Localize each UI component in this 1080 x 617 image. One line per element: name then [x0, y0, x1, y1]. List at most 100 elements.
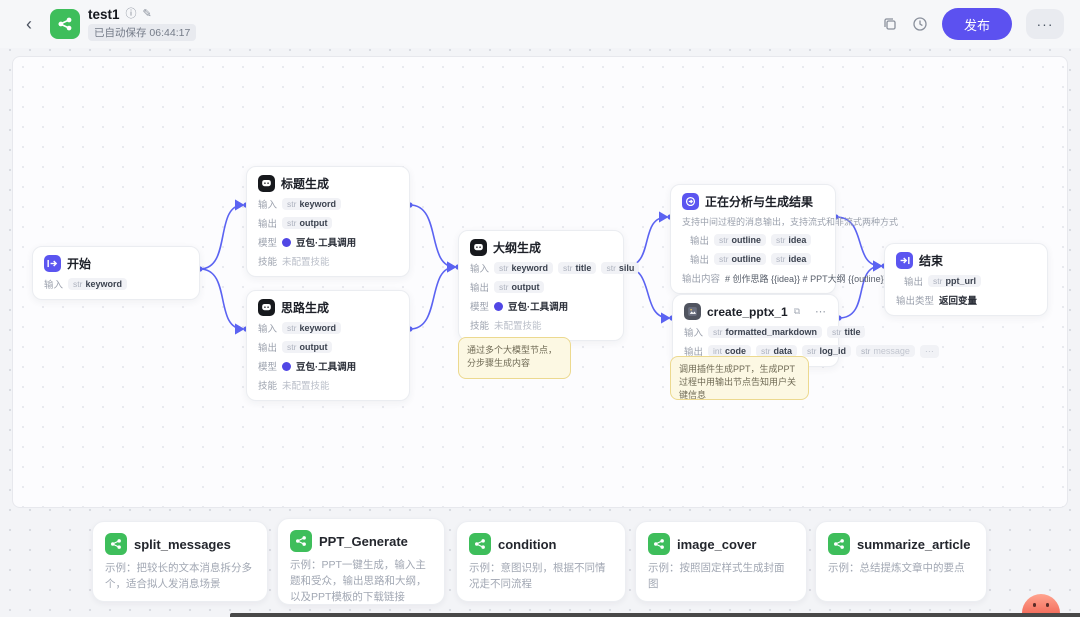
row-label: 输出: [690, 252, 709, 266]
card-title: condition: [498, 537, 557, 552]
title-block: test1 ⓘ ✎ 已自动保存 06:44:17: [88, 7, 196, 41]
output-type-value: 返回变量: [939, 293, 977, 307]
workflow-icon: [648, 533, 670, 555]
template-card-image-cover[interactable]: image_cover 示例：按照固定样式生成封面图: [635, 521, 807, 602]
skill-value: 未配置技能: [282, 254, 330, 268]
row-label: 输出类型: [896, 293, 934, 307]
var-badge: stridea: [771, 253, 811, 265]
row-label: 技能: [258, 378, 277, 392]
model-dot-icon: [494, 302, 503, 311]
skill-value: 未配置技能: [282, 378, 330, 392]
node-title: 标题生成: [281, 175, 329, 192]
clock-icon: [912, 16, 928, 32]
info-icon[interactable]: ⓘ: [126, 9, 137, 20]
publish-button[interactable]: 发布: [942, 8, 1012, 40]
node-title: 开始: [67, 255, 91, 272]
model-dot-icon: [282, 238, 291, 247]
row-label: 技能: [258, 254, 277, 268]
assistant-mascot[interactable]: [1022, 594, 1060, 613]
row-label: 输入: [258, 197, 277, 211]
node-title: 思路生成: [281, 299, 329, 316]
start-icon: [44, 255, 61, 272]
var-badge: strmessage: [856, 345, 915, 357]
var-badge: strsilu: [601, 262, 639, 274]
node-start[interactable]: 开始 输入 strkeyword: [32, 246, 200, 300]
top-bar: ‹ test1 ⓘ ✎ 已自动保存 06:44:17 发布 ···: [0, 0, 1080, 48]
workflow-icon: [105, 533, 127, 555]
workflow-icon: [290, 530, 312, 552]
var-badge: strkeyword: [68, 278, 127, 290]
row-label: 输出: [258, 216, 277, 230]
back-icon: ‹: [26, 14, 32, 34]
overflow-badge: ⋯: [920, 345, 939, 358]
row-label: 输出: [904, 274, 923, 288]
back-button[interactable]: ‹: [16, 11, 42, 37]
row-label: 输入: [684, 325, 703, 339]
var-badge: stroutput: [282, 217, 332, 229]
node-title-gen[interactable]: 标题生成 输入 strkeyword 输出 stroutput 模型 豆包·工具…: [246, 166, 410, 277]
plugin-icon: [684, 303, 701, 320]
template-card-ppt-generate[interactable]: PPT_Generate 示例：PPT一键生成，输入主题和受众，输出思路和大纲，…: [277, 518, 445, 605]
var-badge: stroutput: [282, 341, 332, 353]
end-icon: [896, 252, 913, 269]
node-title: 正在分析与生成结果: [705, 193, 813, 210]
model-name: 豆包·工具调用: [508, 299, 568, 313]
history-button[interactable]: [912, 16, 928, 32]
var-badge: stroutline: [714, 253, 766, 265]
card-desc: 示例：把较长的文本消息拆分多个，适合拟人发消息场景: [105, 561, 255, 593]
template-card-summarize-article[interactable]: summarize_article 示例：总结提炼文章中的要点: [815, 521, 987, 602]
template-card-split-messages[interactable]: split_messages 示例：把较长的文本消息拆分多个，适合拟人发消息场景: [92, 521, 268, 602]
template-card-condition[interactable]: condition 示例：意图识别，根据不同情况走不同流程: [456, 521, 626, 602]
var-badge: strlog_id: [802, 345, 851, 357]
message-icon: [682, 193, 699, 210]
autosave-badge: 已自动保存 06:44:17: [88, 24, 196, 41]
row-label: 模型: [470, 299, 489, 313]
sticky-note[interactable]: 调用插件生成PPT，生成PPT过程中用输出节点告知用户关键信息: [670, 356, 809, 400]
row-label: 输出: [470, 280, 489, 294]
workflow-icon: [469, 533, 491, 555]
var-badge: strkeyword: [282, 198, 341, 210]
card-desc: 示例：PPT一键生成，输入主题和受众，输出思路和大纲，以及PPT模板的下载链接: [290, 558, 432, 605]
llm-icon: [258, 175, 275, 192]
var-badge: stroutline: [714, 234, 766, 246]
node-idea-gen[interactable]: 思路生成 输入 strkeyword 输出 stroutput 模型 豆包·工具…: [246, 290, 410, 401]
row-label: 输入: [258, 321, 277, 335]
var-badge: strformatted_markdown: [708, 326, 822, 338]
row-label: 模型: [258, 359, 277, 373]
row-label: 输入: [470, 261, 489, 275]
workflow-title: test1: [88, 7, 120, 22]
edit-icon[interactable]: ✎: [143, 9, 152, 20]
card-desc: 示例：意图识别，根据不同情况走不同流程: [469, 561, 613, 593]
var-badge: strtitle: [827, 326, 865, 338]
output-content-value: # 创作思路 {{idea}} # PPT大纲 {{outline}}: [725, 272, 887, 285]
card-title: split_messages: [134, 537, 231, 552]
note-text: 调用插件生成PPT，生成PPT过程中用输出节点告知用户关键信息: [679, 364, 796, 400]
llm-icon: [470, 239, 487, 256]
duplicate-button[interactable]: [882, 16, 898, 32]
copy-icon: [882, 16, 898, 32]
card-title: image_cover: [677, 537, 757, 552]
row-label: 输入: [44, 277, 63, 291]
var-badge: strppt_url: [928, 275, 981, 287]
card-desc: 示例：总结提炼文章中的要点: [828, 561, 974, 577]
card-title: PPT_Generate: [319, 534, 408, 549]
node-message[interactable]: 正在分析与生成结果 支持中间过程的消息输出，支持流式和非流式两种方式 输出 st…: [670, 184, 836, 294]
bottom-bar: [230, 613, 1080, 617]
node-desc: 支持中间过程的消息输出，支持流式和非流式两种方式: [682, 215, 824, 228]
model-name: 豆包·工具调用: [296, 235, 356, 249]
row-label: 输出: [258, 340, 277, 354]
sticky-note[interactable]: 通过多个大模型节点，分步骤生成内容: [458, 337, 571, 379]
note-text: 通过多个大模型节点，分步骤生成内容: [467, 345, 557, 368]
card-desc: 示例：按照固定样式生成封面图: [648, 561, 794, 593]
node-end[interactable]: 结束 输出 strppt_url 输出类型 返回变量: [884, 243, 1048, 316]
node-outline-gen[interactable]: 大纲生成 输入 strkeyword strtitle strsilu 输出 s…: [458, 230, 624, 341]
node-title: 结束: [919, 252, 943, 269]
model-dot-icon: [282, 362, 291, 371]
var-badge: strtitle: [558, 262, 596, 274]
var-badge: strkeyword: [494, 262, 553, 274]
row-label: 技能: [470, 318, 489, 332]
node-more-button[interactable]: ⋯: [809, 305, 827, 318]
card-title: summarize_article: [857, 537, 970, 552]
node-title: 大纲生成: [493, 239, 541, 256]
header-more-button[interactable]: ···: [1026, 9, 1064, 39]
